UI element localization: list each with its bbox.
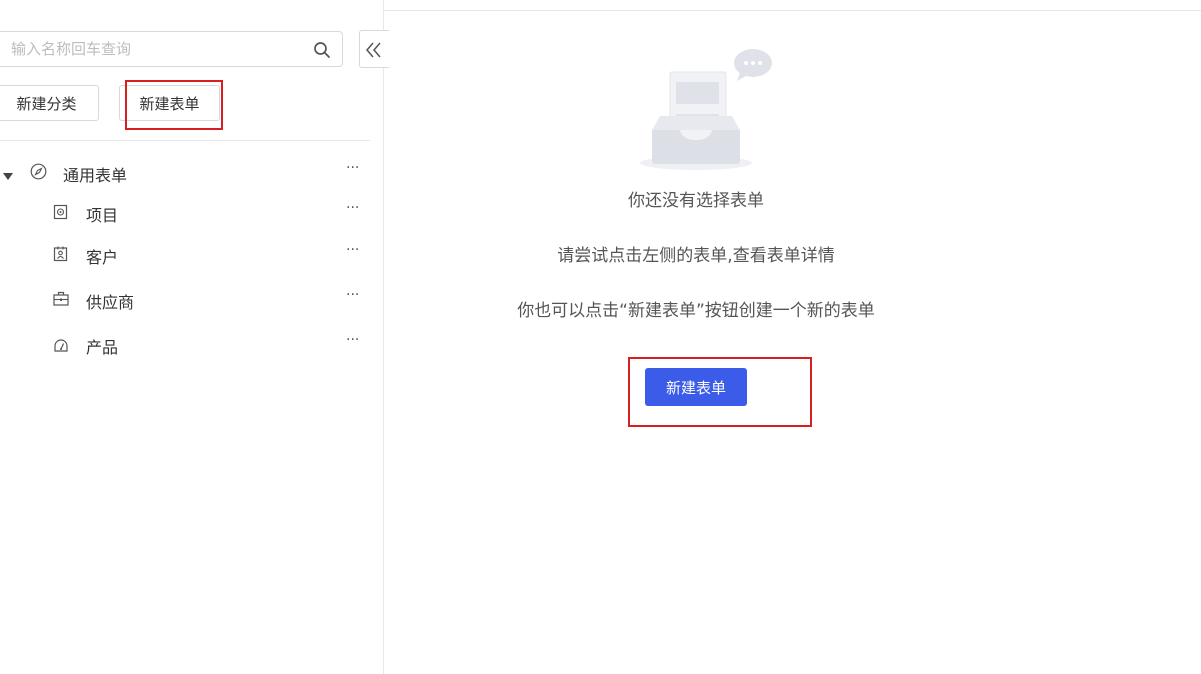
sidebar-divider xyxy=(383,0,384,674)
tree-item-product[interactable]: 产品 ··· xyxy=(0,332,370,357)
compass-icon xyxy=(30,163,47,184)
empty-state-title: 你还没有选择表单 xyxy=(628,191,764,211)
search-input[interactable] xyxy=(11,40,301,58)
more-options-icon[interactable]: ··· xyxy=(346,332,359,348)
empty-state-hint-1: 请尝试点击左侧的表单,查看表单详情 xyxy=(557,246,835,266)
top-border xyxy=(384,10,1201,11)
empty-state-hint-2: 你也可以点击“新建表单”按钮创建一个新的表单 xyxy=(517,301,875,321)
tree-item-label: 供应商 xyxy=(86,293,135,312)
highlight-box xyxy=(125,80,223,130)
more-options-icon[interactable]: ··· xyxy=(346,242,359,258)
customer-icon xyxy=(53,246,68,266)
supplier-icon xyxy=(53,291,69,310)
tree-item-label: 产品 xyxy=(86,338,119,357)
more-options-icon[interactable]: ··· xyxy=(346,287,359,303)
tree-item-customer[interactable]: 客户 ··· xyxy=(0,242,370,267)
tree-item-label: 项目 xyxy=(86,206,119,225)
search-box xyxy=(0,31,343,67)
search-icon[interactable] xyxy=(313,41,331,63)
more-options-icon[interactable]: ··· xyxy=(346,200,359,216)
collapse-sidebar-button[interactable] xyxy=(359,30,389,68)
more-options-icon[interactable]: ··· xyxy=(346,160,359,176)
sidebar-separator xyxy=(0,140,370,141)
tree-item-label: 客户 xyxy=(86,248,119,267)
tree-item-project[interactable]: 项目 ··· xyxy=(0,200,370,225)
new-category-button[interactable]: 新建分类 xyxy=(0,85,99,121)
product-icon xyxy=(53,337,69,356)
tree-group-label: 通用表单 xyxy=(63,166,128,185)
empty-inbox-illustration xyxy=(636,46,776,180)
highlight-box xyxy=(628,357,812,427)
tree-group-general-forms[interactable]: 通用表单 ··· xyxy=(0,160,370,185)
tree-item-supplier[interactable]: 供应商 ··· xyxy=(0,287,370,312)
caret-down-icon[interactable] xyxy=(3,166,13,185)
project-icon xyxy=(53,204,68,224)
